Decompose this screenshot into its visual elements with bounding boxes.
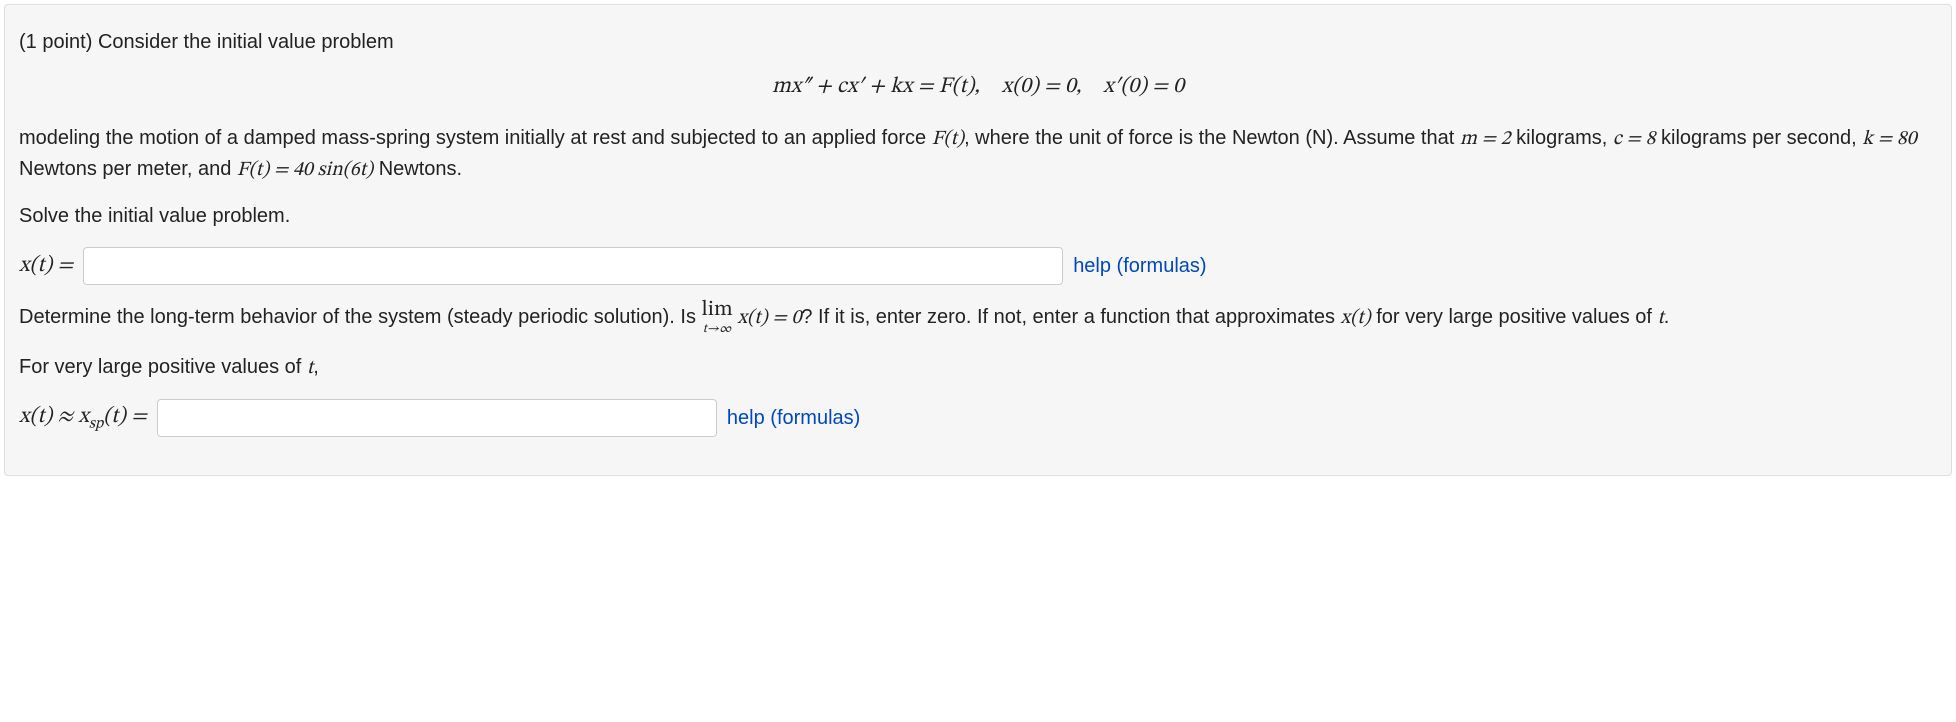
answer-row-2: x(t) ≈ xsp(t) = help (formulas) <box>19 399 1937 437</box>
help-formulas-link[interactable]: help (formulas) <box>1073 255 1206 278</box>
lim-bottom: t→∞ <box>702 323 733 336</box>
math-c: c = 8 <box>1613 129 1656 149</box>
text-segment: Newtons per meter, and <box>19 158 237 180</box>
text-segment: ? If it is, enter zero. If not, enter a … <box>801 306 1340 328</box>
answer2-input[interactable] <box>157 399 717 437</box>
longterm-paragraph: Determine the long-term behavior of the … <box>19 299 1937 336</box>
modeling-paragraph: modeling the motion of a damped mass-spr… <box>19 123 1937 185</box>
text-segment: kilograms, <box>1511 127 1613 149</box>
math-f: F(t) = 40 sin(6t) <box>237 160 373 180</box>
equation-display: mx″ + cx′ + kx = F(t), x(0) = 0, x′(0) =… <box>19 73 1937 101</box>
solve-instruction: Solve the initial value problem. <box>19 201 1937 231</box>
answer2-label-b: (t) = <box>103 406 147 428</box>
text-segment: , <box>313 356 319 378</box>
math-k: k = 80 <box>1862 129 1916 149</box>
points-label: (1 point) <box>19 31 98 53</box>
answer1-label: x(t) = <box>19 252 73 280</box>
limit-expression: lim t→∞ <box>702 299 733 336</box>
problem-container: (1 point) Consider the initial value pro… <box>4 4 1952 476</box>
answer-row-1: x(t) = help (formulas) <box>19 247 1937 285</box>
math-m: m = 2 <box>1460 129 1511 149</box>
text-segment: For very large positive values of <box>19 356 307 378</box>
lim-right: x(t) = 0 <box>733 308 802 328</box>
large-t-paragraph: For very large positive values of t, <box>19 352 1937 383</box>
help-formulas-link-2[interactable]: help (formulas) <box>727 407 860 430</box>
text-segment: . <box>1664 306 1670 328</box>
text-segment: Newtons. <box>373 158 462 180</box>
intro-text: Consider the initial value problem <box>98 31 394 53</box>
math-xt: x(t) <box>1341 308 1371 328</box>
text-segment: Determine the long-term behavior of the … <box>19 306 702 328</box>
answer2-label-a: x(t) ≈ x <box>19 406 89 428</box>
answer2-label-sub: sp <box>89 415 103 431</box>
math-ft: F(t) <box>932 129 964 149</box>
text-segment: for very large positive values of <box>1371 306 1658 328</box>
text-segment: kilograms per second, <box>1655 127 1862 149</box>
answer2-label: x(t) ≈ xsp(t) = <box>19 403 147 433</box>
text-segment: , where the unit of force is the Newton … <box>964 127 1460 149</box>
text-segment: modeling the motion of a damped mass-spr… <box>19 127 932 149</box>
intro-paragraph: (1 point) Consider the initial value pro… <box>19 27 1937 57</box>
lim-top: lim <box>702 299 733 321</box>
answer1-input[interactable] <box>83 247 1063 285</box>
